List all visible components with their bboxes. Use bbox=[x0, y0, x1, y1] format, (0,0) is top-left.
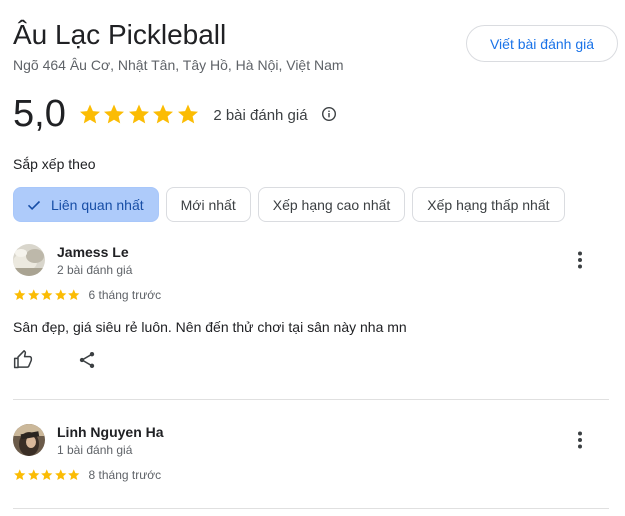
rating-stars bbox=[78, 102, 201, 126]
star-icon bbox=[104, 104, 125, 124]
review-stars bbox=[13, 468, 81, 482]
more-vert-icon[interactable] bbox=[573, 430, 587, 450]
star-icon bbox=[41, 289, 53, 301]
avatar[interactable] bbox=[13, 424, 45, 456]
star-icon bbox=[27, 289, 39, 301]
sort-chip-label: Xếp hạng thấp nhất bbox=[427, 196, 550, 213]
review-rating: 8 tháng trước bbox=[13, 468, 161, 482]
star-icon bbox=[177, 104, 198, 124]
star-icon bbox=[14, 289, 26, 301]
reviewer-name[interactable]: Jamess Le bbox=[57, 244, 129, 260]
star-icon bbox=[54, 289, 66, 301]
reviewer-name[interactable]: Linh Nguyen Ha bbox=[57, 424, 164, 440]
star-icon bbox=[41, 469, 53, 481]
star-icon bbox=[79, 104, 100, 124]
rating-summary: 5,0 2 bài đánh giá bbox=[13, 92, 337, 136]
review-text: Sân đẹp, giá siêu rẻ luôn. Nên đến thử c… bbox=[13, 319, 407, 335]
rating-value: 5,0 bbox=[13, 92, 66, 135]
star-icon bbox=[68, 289, 80, 301]
share-icon[interactable] bbox=[77, 350, 97, 370]
reviewer-meta: 2 bài đánh giá bbox=[57, 263, 133, 277]
place-address: Ngõ 464 Âu Cơ, Nhật Tân, Tây Hồ, Hà Nội,… bbox=[13, 57, 344, 73]
avatar[interactable] bbox=[13, 244, 45, 276]
sort-chip-lowest[interactable]: Xếp hạng thấp nhất bbox=[412, 187, 565, 222]
reviewer-meta: 1 bài đánh giá bbox=[57, 443, 133, 457]
info-icon[interactable] bbox=[321, 106, 337, 122]
review-stars bbox=[13, 288, 81, 302]
review-count: 2 bài đánh giá bbox=[213, 107, 308, 124]
sort-chip-newest[interactable]: Mới nhất bbox=[165, 187, 251, 222]
sort-chip-label: Mới nhất bbox=[180, 196, 236, 213]
divider bbox=[13, 399, 609, 400]
sort-chip-label: Xếp hạng cao nhất bbox=[272, 196, 391, 213]
review-actions bbox=[13, 350, 97, 370]
check-icon bbox=[27, 200, 41, 210]
thumb-up-icon[interactable] bbox=[13, 350, 33, 370]
more-vert-icon[interactable] bbox=[573, 250, 587, 270]
star-icon bbox=[14, 469, 26, 481]
divider bbox=[13, 508, 609, 509]
review-time: 8 tháng trước bbox=[88, 468, 162, 482]
star-icon bbox=[128, 104, 149, 124]
sort-label: Sắp xếp theo bbox=[13, 156, 96, 172]
star-icon bbox=[27, 469, 39, 481]
sort-chips: Liên quan nhất Mới nhất Xếp hạng cao nhấ… bbox=[13, 187, 565, 222]
star-icon bbox=[68, 469, 80, 481]
review-item: Jamess Le 2 bài đánh giá 6 tháng trước S… bbox=[13, 244, 609, 384]
place-title: Âu Lạc Pickleball bbox=[13, 19, 227, 50]
star-icon bbox=[153, 104, 174, 124]
review-time: 6 tháng trước bbox=[88, 288, 162, 302]
sort-chip-relevant[interactable]: Liên quan nhất bbox=[13, 187, 159, 222]
review-item: Linh Nguyen Ha 1 bài đánh giá 8 tháng tr… bbox=[13, 424, 609, 494]
write-review-button[interactable]: Viết bài đánh giá bbox=[466, 25, 618, 62]
sort-chip-label: Liên quan nhất bbox=[51, 196, 144, 213]
review-rating: 6 tháng trước bbox=[13, 288, 161, 302]
star-icon bbox=[54, 469, 66, 481]
sort-chip-highest[interactable]: Xếp hạng cao nhất bbox=[257, 187, 406, 222]
